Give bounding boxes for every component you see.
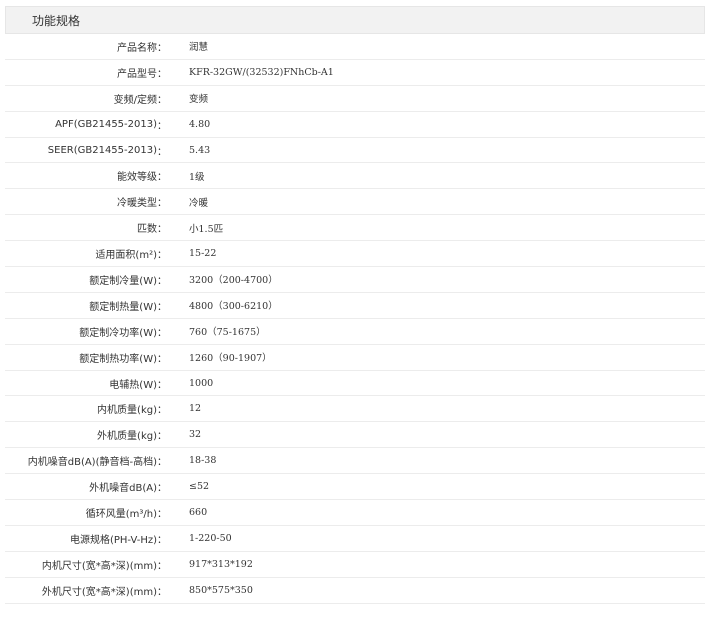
spec-value: 变频 (189, 94, 209, 106)
spec-row: SEER(GB21455-2013)： 5.43 (5, 138, 705, 164)
spec-row: 匹数： 小1.5匹 (5, 215, 705, 242)
spec-row: 适用面积(m²)： 15-22 (5, 241, 705, 268)
spec-value: 15-22 (189, 248, 217, 260)
spec-separator: ： (157, 146, 167, 158)
spec-label: 能效等级 (117, 172, 157, 184)
spec-label: 适用面积(m²) (95, 250, 157, 262)
spec-separator: ： (157, 275, 167, 287)
spec-separator: ： (157, 405, 167, 417)
spec-separator: ： (157, 42, 167, 54)
spec-label: 匹数 (137, 224, 157, 236)
spec-separator: ： (157, 224, 167, 236)
spec-value: 冷暖 (189, 197, 209, 209)
spec-label: 额定制热量(W) (89, 301, 157, 313)
spec-value: 917*313*192 (189, 558, 253, 570)
spec-table: 产品名称：润慧 产品型号： KFR-32GW/(32532)FNhCb-A1 变频… (5, 34, 705, 604)
spec-row: 电源规格(PH-V-Hz)： 1-220-50 (5, 526, 705, 552)
spec-value: 32 (189, 429, 202, 441)
spec-value: 1260（90-1907） (189, 353, 272, 365)
spec-separator: ： (157, 301, 167, 313)
spec-separator: ： (157, 457, 167, 469)
spec-row: 能效等级： 1级 (5, 163, 705, 190)
spec-label: 内机噪音dB(A)(静音档-高档) (27, 457, 157, 469)
spec-label: 额定制冷功率(W) (79, 327, 157, 339)
spec-value: 3200（200-4700） (189, 275, 278, 287)
spec-separator: ： (157, 586, 167, 598)
spec-separator: ： (157, 379, 167, 391)
spec-row: 额定制热功率(W)： 1260（90-1907） (5, 345, 705, 371)
spec-value: 1级 (189, 171, 205, 183)
spec-separator: ： (157, 327, 167, 339)
spec-value: ≤52 (189, 481, 210, 493)
spec-row: 产品型号： KFR-32GW/(32532)FNhCb-A1 (5, 60, 705, 86)
spec-row: APF(GB21455-2013)： 4.80 (5, 112, 705, 138)
spec-value: 4800（300-6210） (189, 301, 278, 313)
spec-label: APF(GB21455-2013) (55, 118, 157, 130)
spec-label: 循环风量(m³/h) (85, 508, 157, 520)
spec-value: 小1.5匹 (189, 223, 224, 235)
spec-separator: ： (157, 68, 167, 80)
spec-label: 电辅热(W) (109, 379, 157, 391)
spec-row: 内机噪音dB(A)(静音档-高档)： 18-38 (5, 448, 705, 475)
section-header: 功能规格 (5, 6, 705, 34)
spec-value: KFR-32GW/(32532)FNhCb-A1 (189, 66, 334, 78)
spec-label: 外机噪音dB(A) (89, 483, 157, 495)
spec-value: 18-38 (189, 455, 217, 467)
spec-separator: ： (157, 120, 167, 132)
spec-separator: ： (157, 353, 167, 365)
spec-row: 电辅热(W)： 1000 (5, 371, 705, 397)
spec-value: 760（75-1675） (189, 327, 266, 339)
spec-separator: ： (157, 508, 167, 520)
spec-value: 850*575*350 (189, 584, 253, 596)
spec-value: 4.80 (189, 118, 211, 130)
spec-label: 电源规格(PH-V-Hz) (69, 534, 157, 546)
spec-row: 产品名称： 润慧 (5, 34, 705, 60)
spec-label: 外机质量(kg) (97, 431, 157, 443)
spec-value: 1-220-50 (189, 532, 232, 544)
spec-label: SEER(GB21455-2013) (47, 144, 157, 156)
spec-value: 660 (189, 506, 208, 518)
spec-separator: ： (157, 198, 167, 210)
spec-row: 额定制冷量(W)： 3200（200-4700） (5, 267, 705, 293)
spec-label: 产品名称 (117, 42, 157, 54)
spec-row: 额定制冷功率(W)： 760（75-1675） (5, 319, 705, 345)
spec-row: 内机尺寸(宽*高*深)(mm)： 917*313*192 (5, 552, 705, 578)
spec-value: 润慧 (189, 42, 209, 54)
spec-value: 12 (189, 403, 202, 415)
spec-separator: ： (157, 94, 167, 106)
spec-value: 5.43 (189, 144, 211, 156)
spec-row: 外机尺寸(宽*高*深)(mm)： 850*575*350 (5, 578, 705, 604)
spec-separator: ： (157, 560, 167, 572)
spec-row: 变频/定频： 变频 (5, 86, 705, 112)
spec-separator: ： (157, 431, 167, 443)
spec-row: 循环风量(m³/h)： 660 (5, 500, 705, 526)
spec-row: 外机质量(kg)： 32 (5, 422, 705, 449)
spec-label: 额定制冷量(W) (89, 275, 157, 287)
spec-label: 外机尺寸(宽*高*深)(mm) (41, 586, 157, 598)
spec-separator: ： (157, 250, 167, 262)
spec-separator: ： (157, 534, 167, 546)
section-title: 功能规格 (32, 13, 81, 28)
spec-row: 内机质量(kg)： 12 (5, 396, 705, 423)
spec-label: 产品型号 (117, 68, 157, 80)
spec-label: 额定制热功率(W) (79, 353, 157, 365)
spec-row: 外机噪音dB(A)： ≤52 (5, 474, 705, 501)
spec-row: 额定制热量(W)： 4800（300-6210） (5, 293, 705, 319)
spec-row: 冷暖类型： 冷暖 (5, 189, 705, 216)
spec-value: 1000 (189, 377, 214, 389)
spec-label: 内机尺寸(宽*高*深)(mm) (41, 560, 157, 572)
spec-label: 变频/定频 (113, 94, 157, 106)
spec-separator: ： (157, 483, 167, 495)
spec-label: 冷暖类型 (117, 198, 157, 210)
spec-label: 内机质量(kg) (97, 405, 157, 417)
spec-separator: ： (157, 172, 167, 184)
spec-panel: 功能规格 产品名称：润慧 产品型号： KFR-32GW/(32532)FNhCb-… (5, 6, 705, 604)
